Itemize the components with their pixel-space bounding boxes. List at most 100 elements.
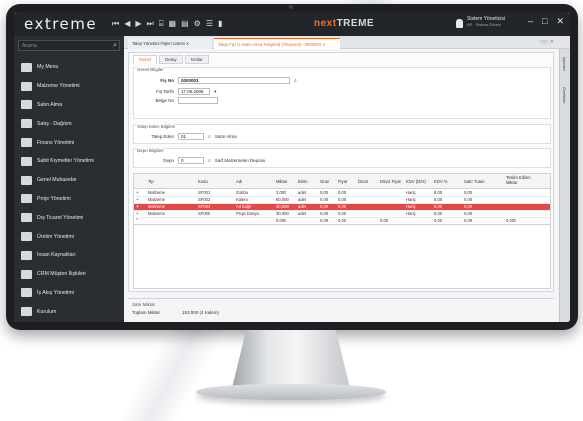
fis-no-input[interactable]: 0000003 bbox=[178, 77, 290, 84]
depo-lookup-icon[interactable]: ⌕ bbox=[208, 158, 211, 164]
menu-icon[interactable]: ☰ bbox=[206, 18, 213, 30]
table-cell[interactable]: SF002 bbox=[198, 197, 210, 203]
sidebar-item[interactable]: My Menu bbox=[14, 58, 124, 77]
column-header[interactable]: Teslim Edilen Miktar bbox=[506, 175, 540, 185]
sidebar-item[interactable]: Kurulum bbox=[14, 302, 124, 321]
table-cell[interactable]: 0,00 bbox=[320, 204, 328, 210]
sidebar-search-input[interactable]: Arama ⌕ bbox=[18, 40, 120, 51]
previous-record-icon[interactable]: ◀ bbox=[124, 18, 130, 30]
last-record-icon[interactable]: ⏭ bbox=[147, 18, 154, 30]
tab-request-slip[interactable]: Talep Fişi (1-Satın Alma Talepleri) (Olu… bbox=[214, 38, 340, 49]
column-header[interactable]: KDV (D/H) bbox=[406, 179, 426, 185]
column-header[interactable]: Fiyat bbox=[338, 179, 347, 185]
sidebar-item[interactable]: Üretim Yönetimi bbox=[14, 227, 124, 246]
sidebar-item[interactable]: Dış Ticaret Yönetimi bbox=[14, 208, 124, 227]
table-cell[interactable]: 0,00 bbox=[464, 190, 472, 196]
fis-no-lookup-icon[interactable]: ⌕ bbox=[294, 78, 297, 84]
table-cell[interactable]: Malzeme bbox=[148, 197, 165, 203]
column-header[interactable]: Oran bbox=[320, 179, 329, 185]
table-cell[interactable]: SF001 bbox=[198, 190, 210, 196]
talep-eden-input[interactable]: 01 bbox=[178, 133, 204, 140]
date-dropdown-icon[interactable]: ▾ bbox=[214, 89, 217, 95]
list-icon[interactable]: ▤ bbox=[181, 18, 189, 30]
table-cell[interactable]: adet bbox=[298, 197, 306, 203]
column-header[interactable]: Miktar bbox=[276, 179, 287, 185]
new-record-icon[interactable]: ⌸ bbox=[159, 18, 164, 30]
table-cell[interactable]: 30,000 bbox=[276, 211, 289, 217]
table-cell[interactable]: Proje Dosya bbox=[236, 211, 259, 217]
table-cell[interactable]: Kalem bbox=[236, 197, 248, 203]
table-cell[interactable]: Malzeme bbox=[148, 204, 165, 210]
table-cell[interactable]: A4 kağıt bbox=[236, 204, 251, 210]
sidebar-item[interactable]: Genel Muhasebe bbox=[14, 171, 124, 190]
table-cell[interactable]: SF003 bbox=[198, 204, 210, 210]
sidebar-item[interactable]: Proje Yönetimi bbox=[14, 190, 124, 209]
first-record-icon[interactable]: ⏮ bbox=[112, 18, 119, 30]
column-header[interactable]: Satır Tutarı bbox=[464, 179, 485, 185]
column-header[interactable]: Döviz bbox=[358, 179, 368, 185]
column-header[interactable]: Tip bbox=[148, 179, 154, 185]
minimize-icon[interactable]: – bbox=[528, 16, 533, 27]
table-cell[interactable]: adet bbox=[298, 190, 306, 196]
table-cell[interactable]: 0,00 bbox=[338, 211, 346, 217]
table-cell[interactable]: 60,000 bbox=[276, 197, 289, 203]
expand-row-icon[interactable]: + bbox=[136, 204, 139, 210]
tab-request-list[interactable]: Talep Yönetimi Fişleri Listesi ✕ bbox=[128, 38, 212, 49]
table-cell[interactable]: Hariç bbox=[406, 197, 416, 203]
table-cell[interactable]: adet bbox=[298, 204, 306, 210]
table-cell[interactable]: Zımba bbox=[236, 190, 248, 196]
table-cell[interactable]: Malzeme bbox=[148, 211, 165, 217]
table-cell[interactable]: 0,00 bbox=[464, 197, 472, 203]
sidebar-item[interactable]: CRM Müşteri İlişkileri bbox=[14, 265, 124, 284]
table-row[interactable]: + Malzeme SF001 Zımba 3,000 adet 0,00 0,00 Hariç… bbox=[134, 190, 550, 197]
table-cell[interactable]: 0,00 bbox=[464, 211, 472, 217]
table-cell[interactable]: SF005 bbox=[198, 211, 210, 217]
table-cell[interactable]: 0,00 bbox=[338, 197, 346, 203]
table-cell[interactable]: Malzeme bbox=[148, 190, 165, 196]
table-cell[interactable]: 0,00 bbox=[338, 204, 346, 210]
tab-properties[interactable]: Özellikler bbox=[562, 87, 567, 103]
sidebar-item[interactable]: Satış - Dağıtım bbox=[14, 114, 124, 133]
sidebar-item[interactable]: İnsan Kaynakları bbox=[14, 246, 124, 265]
sidebar-item[interactable]: Sabit Kıymetler Yönetimi bbox=[14, 152, 124, 171]
subtab-general[interactable]: Genel bbox=[133, 55, 158, 64]
settings-icon[interactable]: ⚙ bbox=[194, 18, 201, 30]
table-cell[interactable]: 0,00 bbox=[320, 197, 328, 203]
panel-icon[interactable]: ▮ bbox=[218, 18, 222, 30]
table-cell[interactable]: adet bbox=[298, 211, 306, 217]
subtab-detail[interactable]: Detay bbox=[159, 55, 183, 64]
grid-icon[interactable]: ▦ bbox=[169, 18, 177, 30]
sidebar-item[interactable]: Malzeme Yönetimi bbox=[14, 77, 124, 96]
table-cell[interactable]: 30,000 bbox=[276, 204, 289, 210]
talep-eden-lookup-icon[interactable]: ⌕ bbox=[208, 134, 211, 140]
table-cell[interactable]: 8,00 bbox=[434, 211, 442, 217]
table-cell[interactable]: 0,00 bbox=[320, 190, 328, 196]
column-header[interactable]: Birim bbox=[298, 179, 308, 185]
column-header[interactable]: Döviz Fiyat bbox=[380, 179, 401, 185]
table-cell[interactable]: 0,00 bbox=[464, 204, 472, 210]
column-header[interactable]: KDV % bbox=[434, 179, 448, 185]
sidebar-item[interactable]: Finans Yönetimi bbox=[14, 133, 124, 152]
close-icon[interactable]: ✕ bbox=[556, 16, 564, 27]
next-record-icon[interactable]: ▶ bbox=[135, 18, 141, 30]
maximize-icon[interactable]: □ bbox=[542, 16, 547, 27]
table-cell[interactable]: 0,00 bbox=[338, 190, 346, 196]
table-cell[interactable]: 8,00 bbox=[434, 197, 442, 203]
expand-row-icon[interactable]: + bbox=[136, 197, 139, 203]
table-cell[interactable]: 0,00 bbox=[320, 211, 328, 217]
depo-input[interactable]: 0 bbox=[178, 157, 204, 164]
table-cell[interactable]: 8,00 bbox=[434, 190, 442, 196]
expand-row-icon[interactable]: + bbox=[136, 190, 139, 196]
table-cell[interactable]: Hariç bbox=[406, 211, 416, 217]
table-row[interactable]: + Malzeme SF003 A4 kağıt 30,000 adet 0,00 0,00 H… bbox=[134, 204, 550, 211]
table-cell[interactable]: 3,000 bbox=[276, 190, 286, 196]
table-cell[interactable]: 8,00 bbox=[434, 204, 442, 210]
user-info[interactable]: Sistem Yöneticisi AP · Sistem Görevi bbox=[456, 16, 505, 28]
search-icon[interactable]: ⌕ bbox=[113, 42, 117, 50]
tab-operations[interactable]: İşlemler bbox=[562, 57, 567, 71]
sidebar-item[interactable]: Satın Alma bbox=[14, 96, 124, 115]
fis-tarihi-input[interactable]: 17.06.2008 bbox=[178, 88, 210, 95]
column-header[interactable]: Adı bbox=[236, 179, 242, 185]
table-cell[interactable]: Hariç bbox=[406, 204, 416, 210]
table-row[interactable]: + Malzeme SF002 Kalem 60,000 adet 0,00 0,00 Hari… bbox=[134, 197, 550, 204]
